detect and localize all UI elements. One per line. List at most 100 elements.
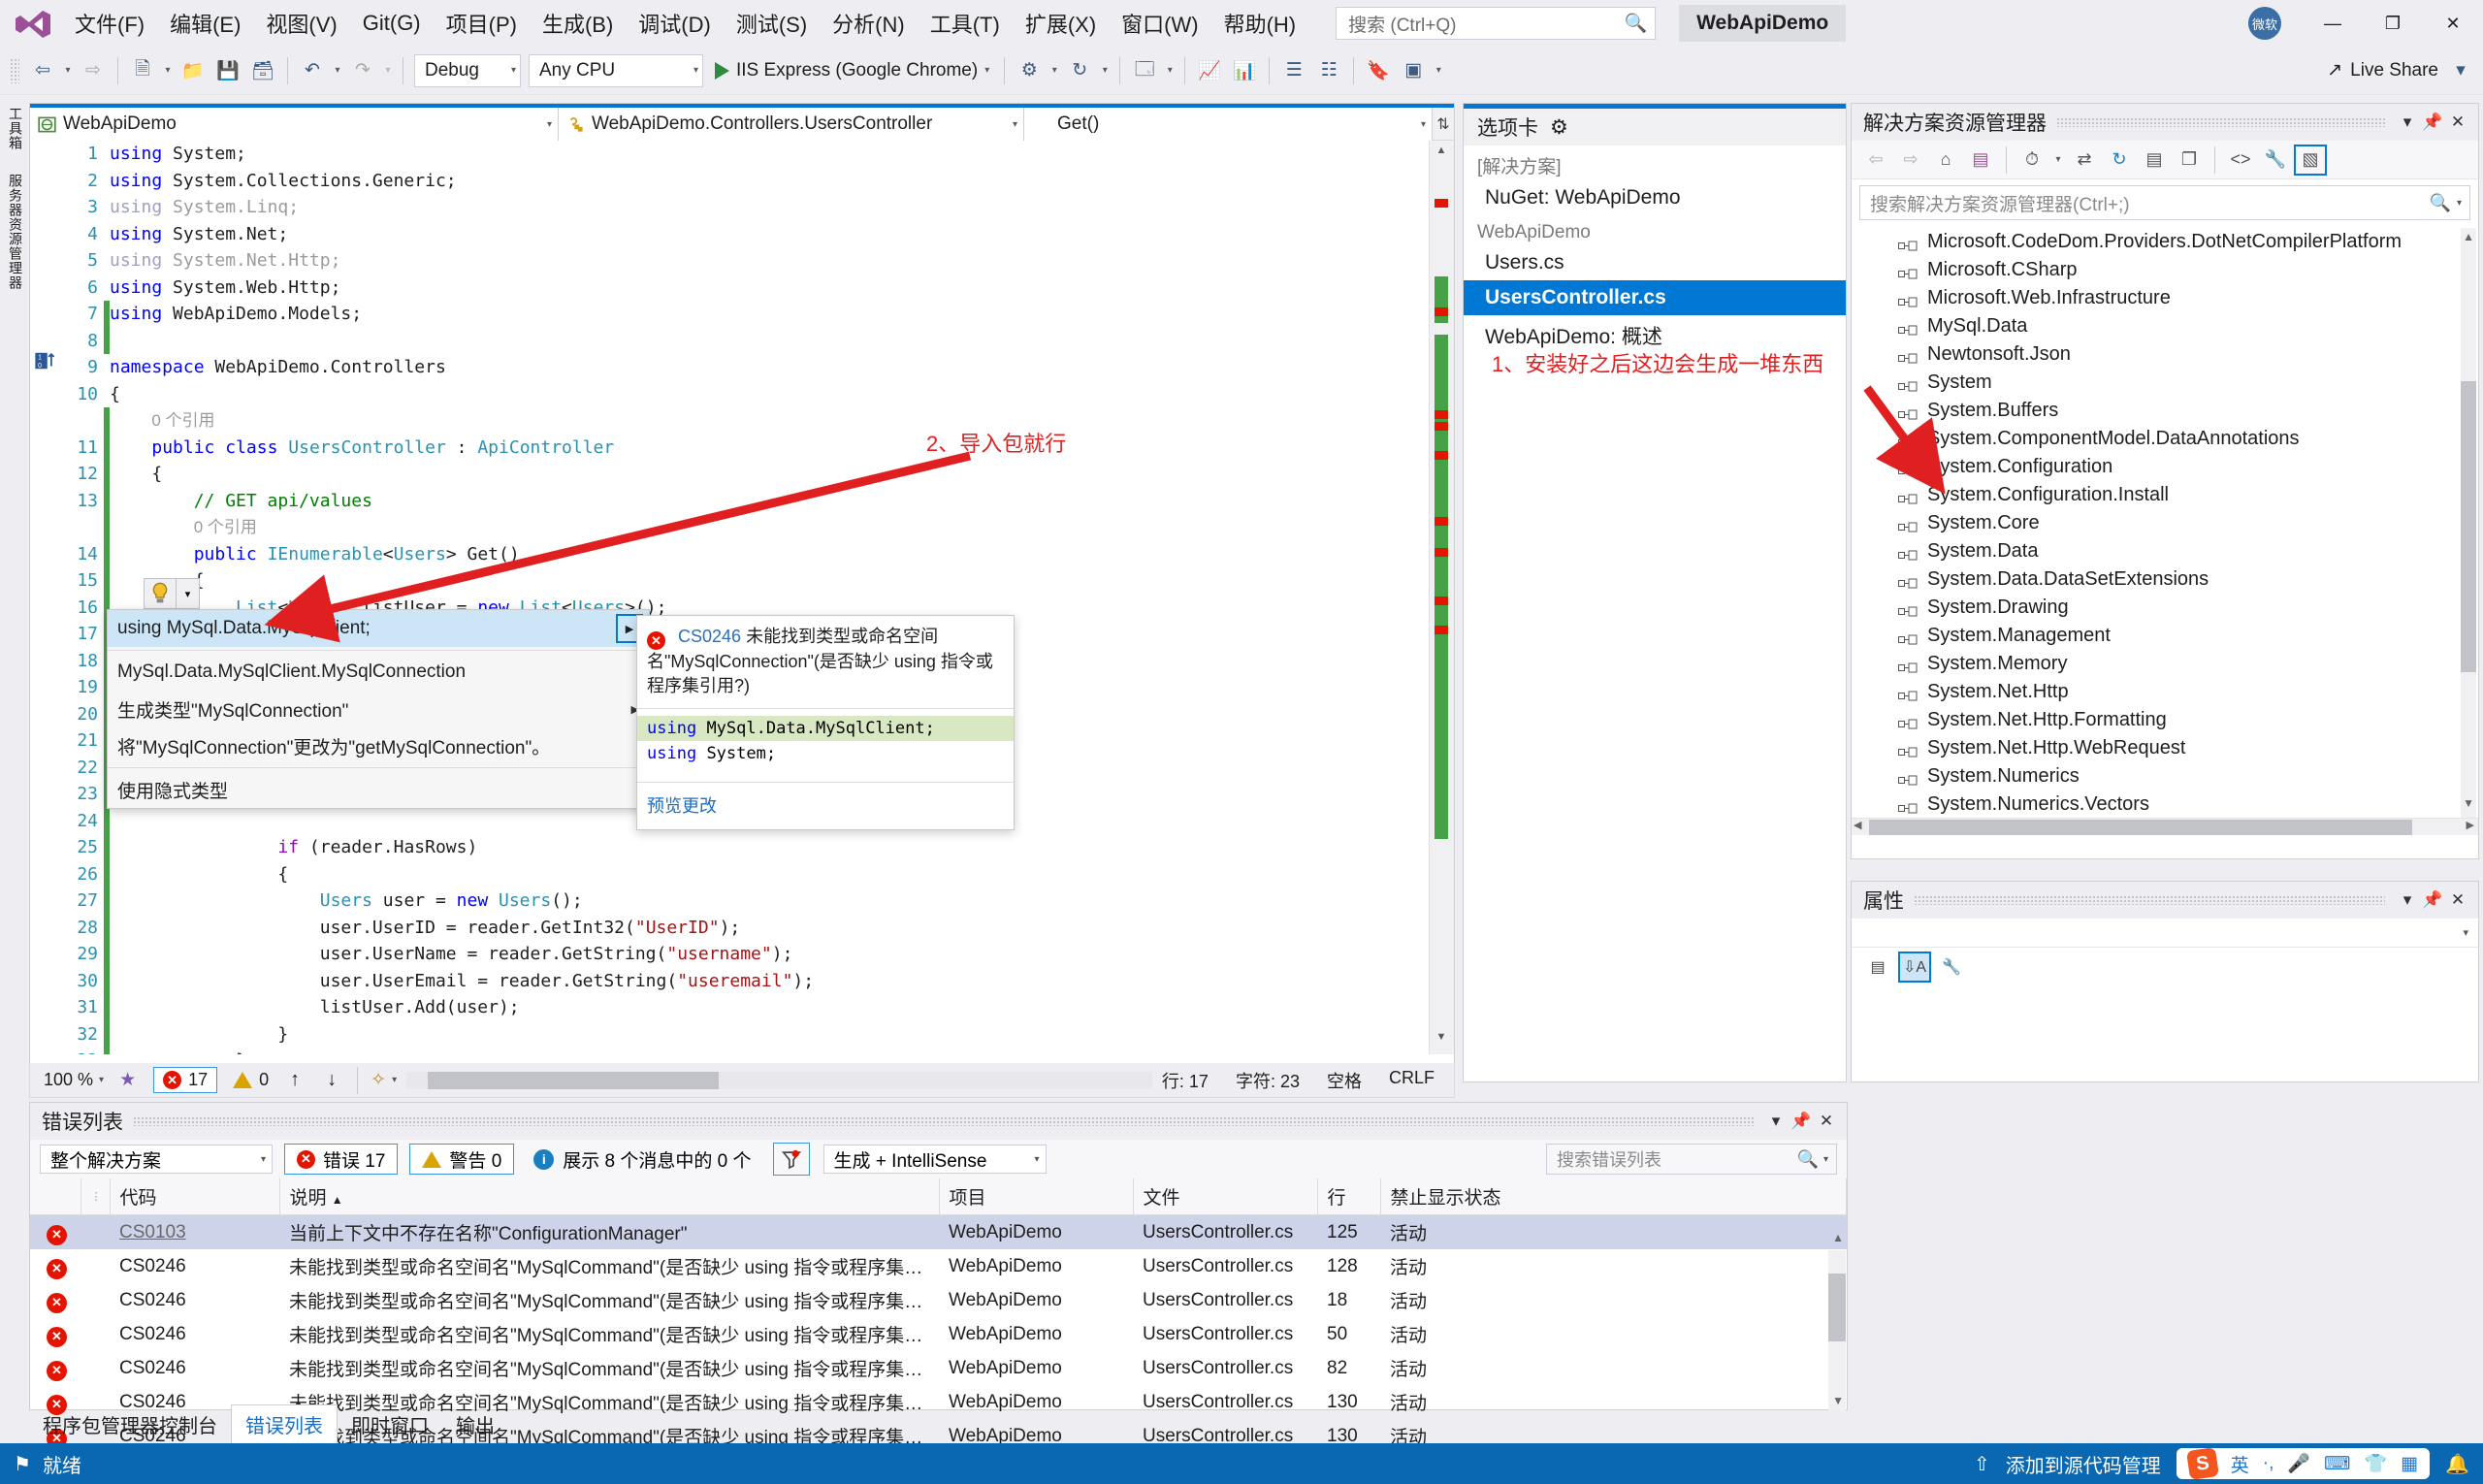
toolbar-overflow-icon[interactable]: ▾: [2448, 53, 2483, 88]
solution-explorer-reference-item[interactable]: MySql.Data: [1852, 312, 2478, 340]
solution-explorer-reference-item[interactable]: System.Management: [1852, 622, 2478, 650]
solution-explorer-reference-item[interactable]: System.Configuration: [1852, 453, 2478, 481]
code-surface[interactable]: 10 1 2 3 4 5 6 7 8 9 10 11 12 13 14 15 16 17 18 19 20 21 22…: [30, 141, 1454, 1054]
solution-explorer-horizontal-scrollbar[interactable]: ◀ ▶: [1852, 818, 2478, 835]
menu-test[interactable]: 测试(S): [724, 4, 820, 43]
error-tick[interactable]: [1435, 626, 1448, 634]
quick-actions-menu[interactable]: using MySql.Data.MySqlClient; ▶ MySql.Da…: [107, 609, 650, 809]
ime-toolbar[interactable]: S 英 ·, 🎤 ⌨ 👕 ▦: [2176, 1447, 2431, 1480]
code-text-column[interactable]: using System; using System.Collections.Ge…: [110, 141, 1454, 1054]
scroll-down-icon[interactable]: ▼: [1832, 1394, 1844, 1407]
quick-actions-bulb-icon[interactable]: [144, 578, 177, 609]
close-button[interactable]: ✕: [2423, 0, 2483, 47]
col-grip[interactable]: ⋮: [81, 1178, 111, 1215]
pin-icon[interactable]: 📌: [1789, 1107, 1814, 1136]
save-all-icon[interactable]: 🗃: [245, 53, 280, 88]
error-list-row[interactable]: ✕ CS0246 未能找到类型或命名空间名"MySqlCommand"(是否缺少 u…: [30, 1249, 1847, 1283]
col-line[interactable]: 行: [1317, 1178, 1381, 1215]
solution-explorer-reference-item[interactable]: System.Buffers: [1852, 397, 2478, 425]
nav-type-select[interactable]: WebApiDemo.Controllers.UsersController ▾: [559, 108, 1024, 141]
error-filter-errors[interactable]: ✕ 错误 17: [284, 1144, 399, 1175]
zoom-level-select[interactable]: 100 % ▾: [36, 1070, 112, 1090]
account-avatar[interactable]: 微软: [2248, 7, 2281, 40]
scrollbar-thumb[interactable]: [2461, 381, 2476, 672]
bookmark-icon[interactable]: 🔖: [1361, 53, 1396, 88]
prev-issue-icon[interactable]: ↑: [276, 1069, 313, 1091]
redo-icon[interactable]: ↷: [345, 53, 380, 88]
collapse-all-icon[interactable]: ▤: [2138, 145, 2171, 176]
home-icon[interactable]: ⌂: [1929, 145, 1962, 176]
drag-handle[interactable]: [2056, 117, 2385, 127]
quick-action-item-implicit-type[interactable]: 使用隐式类型: [108, 771, 649, 808]
drag-handle[interactable]: [133, 1116, 1754, 1126]
error-list-row[interactable]: ✕ CS0246 未能找到类型或命名空间名"MySqlCommand"(是否缺少 u…: [30, 1317, 1847, 1351]
source-code[interactable]: using System; using System.Collections.Ge…: [110, 141, 1454, 1054]
error-scope-select[interactable]: 整个解决方案 ▾: [40, 1145, 273, 1174]
menu-extensions[interactable]: 扩展(X): [1013, 4, 1109, 43]
scrollbar-thumb[interactable]: [1869, 820, 2412, 835]
vertical-tab-server-explorer[interactable]: 服务器资源管理器: [0, 162, 31, 302]
pane-menu-icon[interactable]: ▾: [2395, 108, 2420, 137]
sogou-logo-icon[interactable]: S: [2185, 1447, 2219, 1480]
attach-dropdown-icon[interactable]: ▾: [1047, 53, 1062, 88]
back-icon[interactable]: ⇦: [1859, 145, 1892, 176]
sync-icon[interactable]: ⇄: [2068, 145, 2101, 176]
toolbar-grip[interactable]: [10, 57, 19, 83]
indent-mode[interactable]: 空格: [1327, 1068, 1362, 1093]
next-issue-icon[interactable]: ↓: [313, 1069, 350, 1091]
line-ending[interactable]: CRLF: [1389, 1068, 1435, 1093]
row-code[interactable]: CS0246: [110, 1249, 279, 1283]
solution-explorer-reference-item[interactable]: System.Net.Http.WebRequest: [1852, 734, 2478, 762]
drag-handle[interactable]: [1914, 895, 2385, 905]
solution-configuration-select[interactable]: Debug ▾: [414, 53, 521, 87]
toolbox-icon[interactable]: ▣: [1396, 53, 1431, 88]
keyboard-icon[interactable]: ⌨: [2324, 1453, 2350, 1475]
new-folder-icon[interactable]: ❐: [2173, 145, 2206, 176]
pane-menu-icon[interactable]: ▾: [2395, 886, 2420, 915]
solution-explorer-reference-item[interactable]: System.Drawing: [1852, 594, 2478, 622]
source-control-label[interactable]: 添加到源代码管理: [2006, 1450, 2161, 1478]
solution-explorer-reference-item[interactable]: Microsoft.Web.Infrastructure: [1852, 284, 2478, 312]
refresh-icon[interactable]: ↻: [2103, 145, 2136, 176]
chevron-down-icon[interactable]: ▾: [2050, 143, 2066, 177]
microphone-icon[interactable]: 🎤: [2287, 1452, 2310, 1475]
col-code[interactable]: 代码: [110, 1178, 280, 1215]
refresh-dropdown-icon[interactable]: ▾: [1097, 53, 1113, 88]
error-tick[interactable]: [1435, 597, 1448, 605]
split-editor-icon[interactable]: ⇅: [1433, 108, 1454, 140]
solution-explorer-reference-item[interactable]: Newtonsoft.Json: [1852, 340, 2478, 369]
minimize-button[interactable]: —: [2303, 0, 2363, 47]
ime-language-label[interactable]: 英: [2231, 1451, 2249, 1477]
skin-icon[interactable]: 👕: [2364, 1452, 2387, 1475]
solution-explorer-reference-item[interactable]: System.Numerics.Vectors: [1852, 790, 2478, 819]
solution-platform-select[interactable]: Any CPU ▾: [529, 53, 703, 87]
editor-warning-count[interactable]: 0: [225, 1068, 276, 1092]
chart-icon[interactable]: 📊: [1227, 53, 1262, 88]
solution-explorer-reference-item[interactable]: System: [1852, 369, 2478, 397]
new-project-dropdown-icon[interactable]: ▾: [160, 53, 176, 88]
navigate-forward-icon[interactable]: ⇨: [76, 53, 111, 88]
intellisense-icon[interactable]: ★: [112, 1069, 144, 1091]
save-icon[interactable]: 💾: [210, 53, 245, 88]
maximize-button[interactable]: ❐: [2363, 0, 2423, 47]
menu-git[interactable]: Git(G): [350, 7, 434, 40]
solution-explorer-search-input[interactable]: 搜索解决方案资源管理器(Ctrl+;) 🔍 ▾: [1859, 185, 2470, 220]
refresh-icon[interactable]: ↻: [1062, 53, 1097, 88]
solution-explorer-reference-item[interactable]: System.Net.Http: [1852, 678, 2478, 706]
window-layout-icon[interactable]: 🗔: [1127, 53, 1162, 88]
editor-overview-margin[interactable]: ▲ ▼: [1429, 141, 1454, 1054]
properties-icon[interactable]: 🔧: [2259, 145, 2292, 176]
menu-debug[interactable]: 调试(D): [626, 4, 724, 43]
open-tab-userscontroller-cs[interactable]: UsersController.cs: [1464, 280, 1846, 315]
menu-tools[interactable]: 工具(T): [918, 4, 1013, 43]
bookmark-indicator-icon[interactable]: 10: [34, 350, 55, 371]
undo-dropdown-icon[interactable]: ▾: [330, 53, 345, 88]
solution-icon[interactable]: ▤: [1964, 145, 1997, 176]
solution-explorer-reference-item[interactable]: System.Core: [1852, 509, 2478, 537]
start-debugging-button[interactable]: IIS Express (Google Chrome) ▾: [707, 53, 997, 88]
quick-action-item-rename[interactable]: 将"MySqlConnection"更改为"getMySqlConnection…: [108, 727, 649, 764]
close-icon[interactable]: ✕: [2445, 886, 2470, 915]
show-all-files-icon[interactable]: <>: [2224, 145, 2257, 176]
scrollbar-thumb[interactable]: [1828, 1274, 1846, 1341]
ime-punctuation-icon[interactable]: ·,: [2263, 1453, 2274, 1474]
